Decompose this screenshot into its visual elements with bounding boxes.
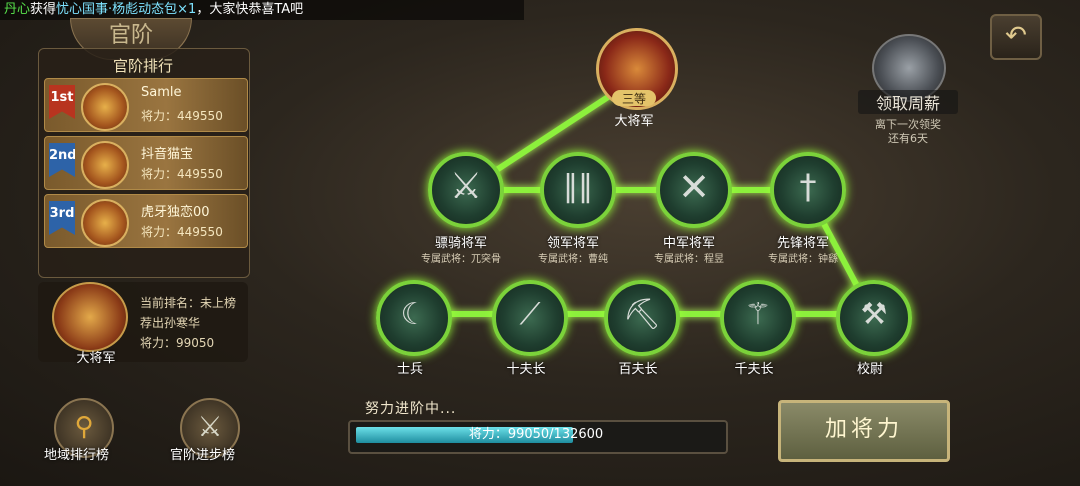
rank-node-xianfeng[interactable]: †	[770, 152, 846, 228]
rank-row-1[interactable]: 1st Samle 将力：449550	[44, 78, 248, 132]
exclusive-general: 专属武将：曹纯	[538, 254, 608, 265]
rank-power: 将力：449550	[141, 167, 223, 181]
halberd-icon: ⚒	[860, 297, 888, 332]
self-name: 荐出孙寒华	[140, 316, 201, 330]
pickaxe-icon: ⛏	[622, 297, 662, 332]
rank-power: 将力：449550	[141, 225, 223, 239]
rank-row-2[interactable]: 2nd 抖音猫宝 将力：449550	[44, 136, 248, 190]
power-progress-text: 将力：99050/132600	[468, 427, 604, 442]
self-rank-emblem-label: 大将军	[76, 351, 116, 366]
rank-power: 将力：449550	[141, 109, 223, 123]
sword-icon: †	[799, 167, 817, 207]
rank-node-label: 大将军	[614, 114, 654, 129]
rank-node-label: 士兵	[396, 362, 423, 377]
rank-badge: 1st	[49, 85, 75, 119]
back-arrow-icon: ↶	[1005, 21, 1027, 51]
rank-tier-badge: 三等	[612, 90, 656, 106]
rank-node-label: 校尉	[856, 362, 883, 377]
self-power: 将力：99050	[140, 336, 215, 350]
exclusive-general: 专属武将：兀突骨	[421, 254, 501, 265]
avatar	[81, 141, 129, 189]
rank-progress-label: 官阶进步榜	[170, 448, 236, 463]
rank-name: 虎牙独恋00	[141, 205, 210, 220]
rank-node-label: 领军将军	[546, 236, 599, 251]
avatar	[81, 83, 129, 131]
rank-row-3[interactable]: 3rd 虎牙独恋00 将力：449550	[44, 194, 248, 248]
marquee-prefix: 丹心	[4, 2, 31, 17]
marquee-verb: 获得	[30, 2, 57, 17]
rank-node-label: 十夫长	[506, 362, 546, 377]
announcement-marquee: 丹心获得忧心国事·杨彪动态包×1，大家快恭喜TA吧	[0, 0, 524, 20]
rank-name: Samle	[141, 85, 182, 100]
marquee-suffix: ，大家快恭喜TA吧	[196, 2, 304, 17]
claim-weekly-salary-button[interactable]: 领取周薪	[858, 90, 958, 114]
progress-status: 努力进阶中...	[365, 401, 457, 417]
rank-node-qianfuzhang[interactable]: ⚚	[720, 280, 796, 356]
sickle-icon: ☾	[400, 297, 428, 332]
rank-node-label: 中军将军	[662, 236, 715, 251]
chest-countdown-line2: 还有6天	[888, 132, 928, 145]
self-rank-emblem-icon	[52, 282, 128, 352]
rank-name: 抖音猫宝	[141, 147, 194, 162]
rank-node-xiaowei[interactable]: ⚒	[836, 280, 912, 356]
rank-badge: 3rd	[49, 201, 75, 235]
rank-node-label: 骠骑将军	[434, 236, 487, 251]
rank-node-soldier[interactable]: ☾	[376, 280, 452, 356]
ranking-title: 官阶排行	[112, 57, 173, 75]
glaive-icon: ⚚	[744, 297, 772, 332]
rank-node-zhongjun[interactable]: ✕	[656, 152, 732, 228]
region-rank-label: 地域排行榜	[44, 448, 110, 463]
triple-swords-icon: ‖‖	[563, 169, 593, 204]
back-button[interactable]: ↶	[990, 14, 1042, 60]
self-rank-text: 当前排名：未上榜	[140, 296, 237, 310]
rank-node-shifuzhang[interactable]: ⟋	[492, 280, 568, 356]
exclusive-general: 专属武将：程昱	[654, 254, 724, 265]
add-power-button[interactable]: 加将力	[778, 400, 950, 462]
exclusive-general: 专属武将：钟繇	[768, 254, 838, 265]
rank-node-label: 先锋将军	[776, 236, 829, 251]
rank-node-piaoqi[interactable]: ⚔	[428, 152, 504, 228]
crossed-swords-icon: ⚔	[449, 166, 483, 207]
rank-node-lingjun[interactable]: ‖‖	[540, 152, 616, 228]
rank-badge: 2nd	[49, 143, 75, 177]
rank-node-label: 百夫长	[618, 362, 658, 377]
avatar	[81, 199, 129, 247]
rank-node-label: 千夫长	[734, 362, 774, 377]
spear-icon: ⟋	[519, 297, 541, 332]
marquee-item: 忧心国事·杨彪动态包×1	[56, 2, 197, 17]
rank-node-baifuzhang[interactable]: ⛏	[604, 280, 680, 356]
crossed-blades-icon: ✕	[678, 165, 710, 209]
